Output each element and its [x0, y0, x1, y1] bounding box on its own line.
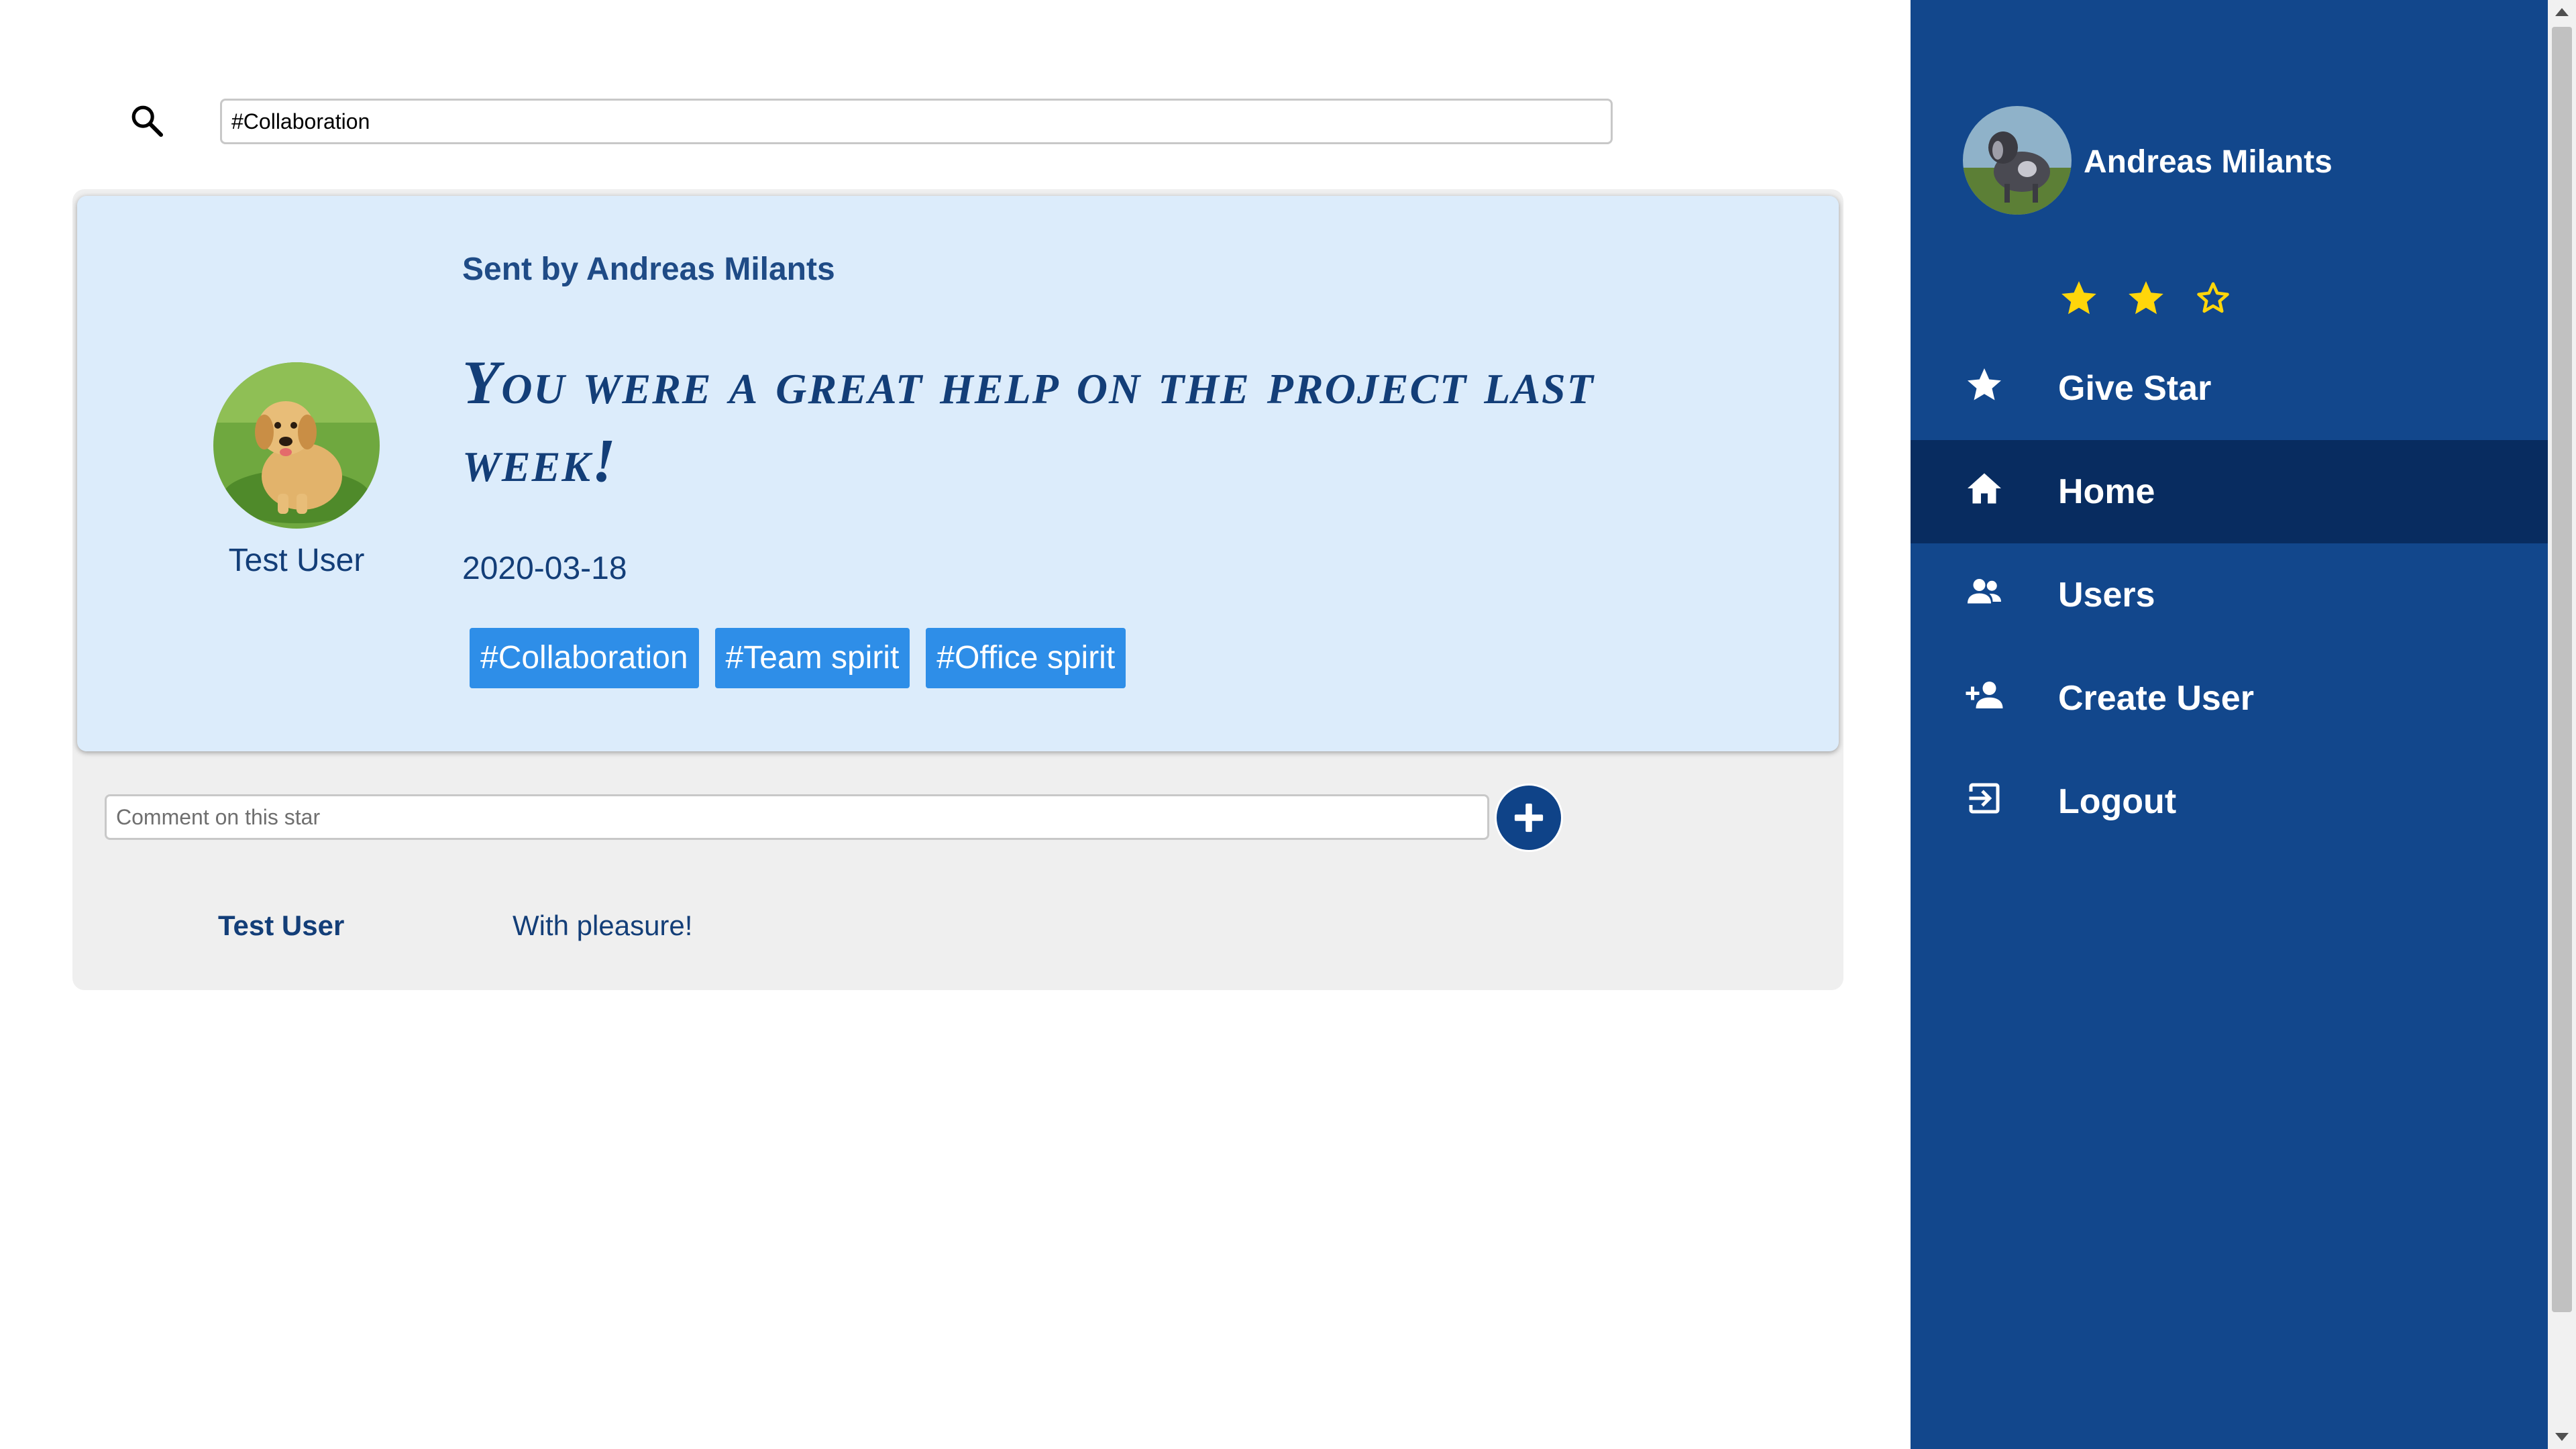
sidebar-item-logout[interactable]: Logout	[1911, 750, 2548, 853]
star-filled-icon	[2129, 281, 2163, 315]
comment-input[interactable]	[105, 794, 1489, 840]
tag-collaboration[interactable]: #Collaboration	[470, 628, 699, 688]
tag-list: #Collaboration #Team spirit #Office spir…	[470, 628, 1126, 688]
sidebar-item-users[interactable]: Users	[1911, 543, 2548, 647]
receiver-name: Test User	[228, 543, 365, 578]
scroll-down-icon[interactable]	[2555, 1433, 2569, 1441]
sidebar-item-label: Home	[2058, 472, 2155, 511]
sidebar-item-label: Users	[2058, 576, 2155, 614]
sent-by-label: Sent by Andreas Milants	[462, 252, 835, 287]
sidebar-item-home[interactable]: Home	[1911, 440, 2548, 543]
star-outline-icon	[2197, 282, 2229, 313]
star-icon	[1968, 368, 2001, 400]
scroll-up-icon[interactable]	[2555, 8, 2569, 16]
star-rating	[2058, 278, 2234, 319]
search-icon[interactable]	[128, 102, 166, 140]
home-icon	[1968, 473, 2001, 504]
users-icon	[1968, 579, 2001, 604]
add-user-icon	[1966, 682, 2003, 708]
logout-icon	[1969, 783, 2000, 814]
tag-team-spirit[interactable]: #Team spirit	[714, 628, 910, 688]
plus-icon	[1514, 803, 1544, 833]
star-date: 2020-03-18	[462, 551, 627, 586]
comment-author: Test User	[218, 910, 345, 941]
sidebar-item-label: Give Star	[2058, 369, 2212, 408]
profile-name: Andreas Milants	[2084, 144, 2332, 180]
star-filled-icon	[2061, 281, 2096, 315]
page-scrollbar[interactable]	[2548, 0, 2576, 1449]
receiver-avatar	[213, 362, 380, 529]
sidebar-item-label: Logout	[2058, 782, 2177, 821]
sidebar-item-create-user[interactable]: Create User	[1911, 647, 2548, 750]
scroll-thumb[interactable]	[2552, 27, 2572, 1312]
add-comment-button[interactable]	[1495, 784, 1563, 852]
sidebar-item-label: Create User	[2058, 679, 2254, 718]
sidebar: Andreas Milants Give Star Home Users Cre…	[1911, 0, 2548, 1449]
search-input[interactable]	[220, 99, 1613, 144]
sidebar-nav: Give Star Home Users Create User Logout	[1911, 337, 2548, 853]
tag-office-spirit[interactable]: #Office spirit	[926, 628, 1126, 688]
star-message: You were a great help on the project las…	[462, 348, 1595, 494]
sidebar-item-give-star[interactable]: Give Star	[1911, 337, 2548, 440]
comment-text: With pleasure!	[513, 910, 693, 941]
profile-avatar[interactable]	[1963, 106, 2072, 215]
